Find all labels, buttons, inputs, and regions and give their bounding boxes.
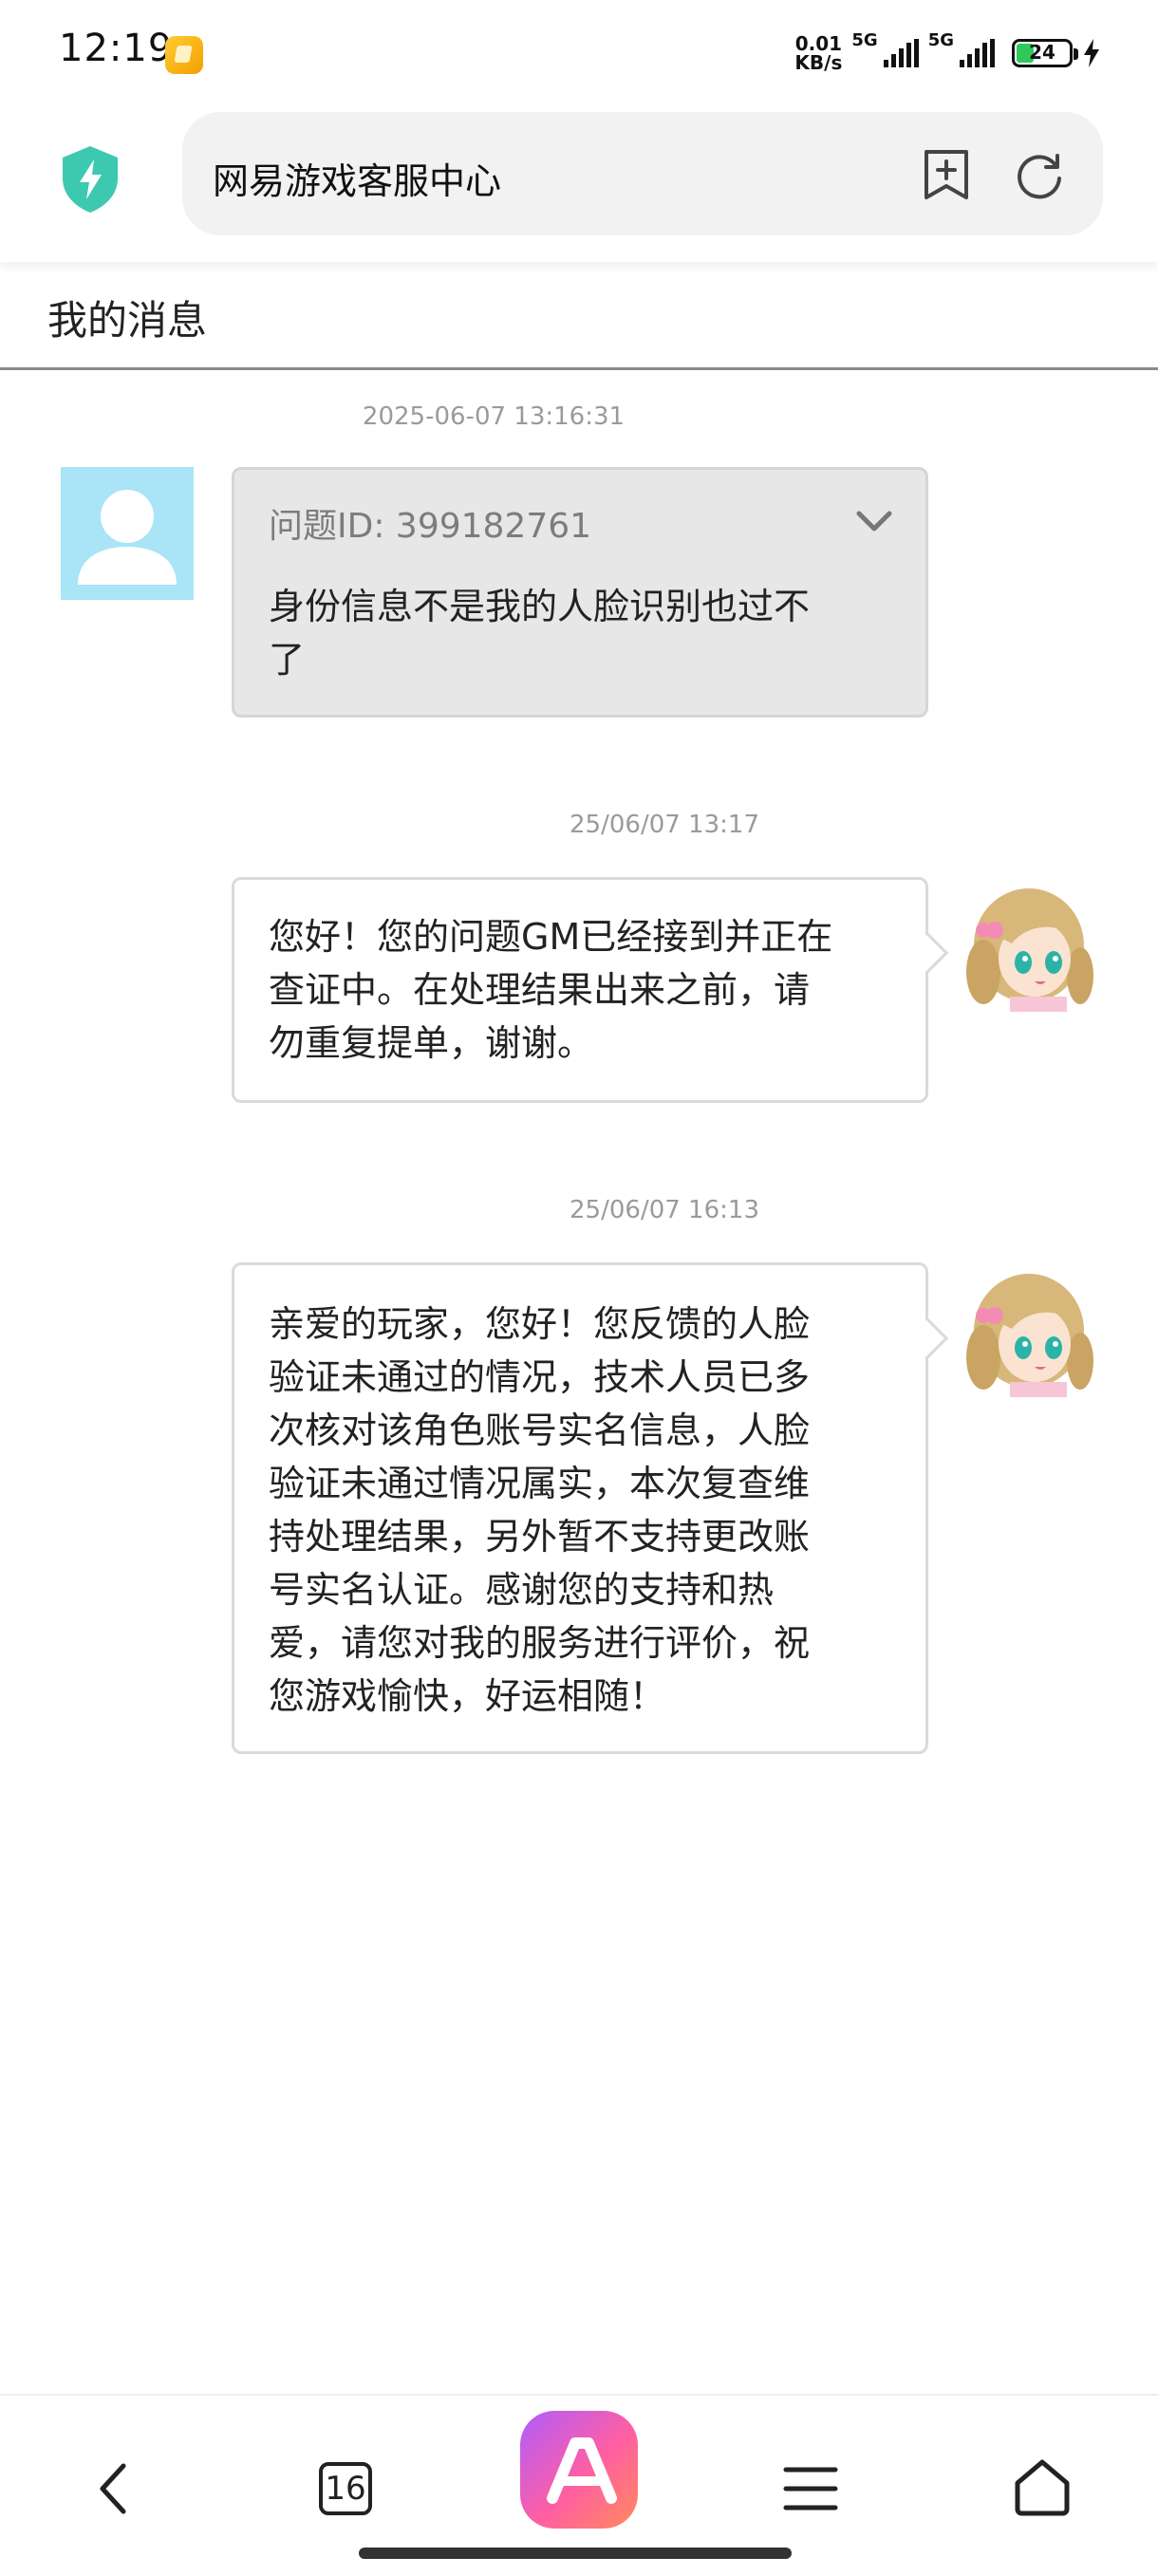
- network-speed-value: 0.01: [794, 32, 843, 55]
- message-text: 身份信息不是我的人脸识别也过不 了: [269, 586, 811, 681]
- browser-toolbar: 网易游戏客服中心: [0, 104, 1158, 262]
- bubble-tail: [907, 932, 949, 974]
- bookmark-add-icon[interactable]: [923, 148, 970, 201]
- message-timestamp: 25/06/07 13:17: [570, 811, 759, 839]
- gm-avatar: [962, 1262, 1097, 1397]
- shield-icon[interactable]: [59, 144, 121, 215]
- home-indicator[interactable]: [359, 2548, 792, 2559]
- charging-icon: [1084, 39, 1099, 67]
- message-timestamp: 2025-06-07 13:16:31: [362, 402, 626, 431]
- signal-icon: [883, 39, 919, 67]
- page-header: 我的消息: [0, 262, 1158, 370]
- page-title: 我的消息: [47, 297, 208, 344]
- message-timestamp: 25/06/07 16:13: [570, 1196, 759, 1224]
- network-speed-unit: KB/s: [794, 51, 843, 74]
- refresh-icon[interactable]: [1014, 150, 1065, 201]
- bubble-tail: [907, 1317, 949, 1359]
- chevron-down-icon[interactable]: [855, 510, 893, 534]
- person-icon: [78, 490, 177, 585]
- ai-assistant-icon[interactable]: [520, 2411, 638, 2529]
- notes-app-icon: [165, 36, 203, 74]
- address-bar[interactable]: 网易游戏客服中心: [182, 112, 1103, 235]
- battery-level: 24: [1029, 41, 1055, 64]
- gm-avatar: [962, 877, 1097, 1012]
- back-icon[interactable]: [95, 2460, 133, 2517]
- tabs-icon[interactable]: 16: [319, 2462, 372, 2515]
- home-icon[interactable]: [1012, 2456, 1073, 2517]
- question-id: 问题ID: 399182761: [269, 507, 592, 546]
- network-type-2: 5G: [927, 30, 954, 50]
- signal-icon-2: [960, 39, 995, 67]
- page-url-title[interactable]: 网易游戏客服中心: [213, 152, 501, 204]
- battery-icon: 24: [1012, 39, 1078, 67]
- status-bar: 12:19 0.01 KB/s 5G 5G 24: [0, 0, 1158, 104]
- menu-icon[interactable]: [782, 2464, 839, 2513]
- message-bubble-gm[interactable]: 您好！您的问题GM已经接到并正在 查证中。在处理结果出来之前，请 勿重复提单，谢…: [232, 877, 949, 1103]
- network-speed: 0.01 KB/s: [794, 34, 842, 72]
- message-text: 亲爱的玩家，您好！您反馈的人脸 验证未通过的情况，技术人员已多 次核对该角色账号…: [269, 1303, 811, 1717]
- network-type-1: 5G: [851, 30, 878, 50]
- status-indicators: 0.01 KB/s 5G 5G 24: [794, 30, 1101, 76]
- message-bubble-gm[interactable]: 亲爱的玩家，您好！您反馈的人脸 验证未通过的情况，技术人员已多 次核对该角色账号…: [232, 1262, 949, 1754]
- status-time: 12:19: [59, 27, 174, 70]
- message-bubble-user[interactable]: 问题ID: 399182761 身份信息不是我的人脸识别也过不 了: [232, 467, 928, 718]
- message-text: 您好！您的问题GM已经接到并正在 查证中。在处理结果出来之前，请 勿重复提单，谢…: [269, 916, 833, 1064]
- user-avatar: [61, 467, 194, 600]
